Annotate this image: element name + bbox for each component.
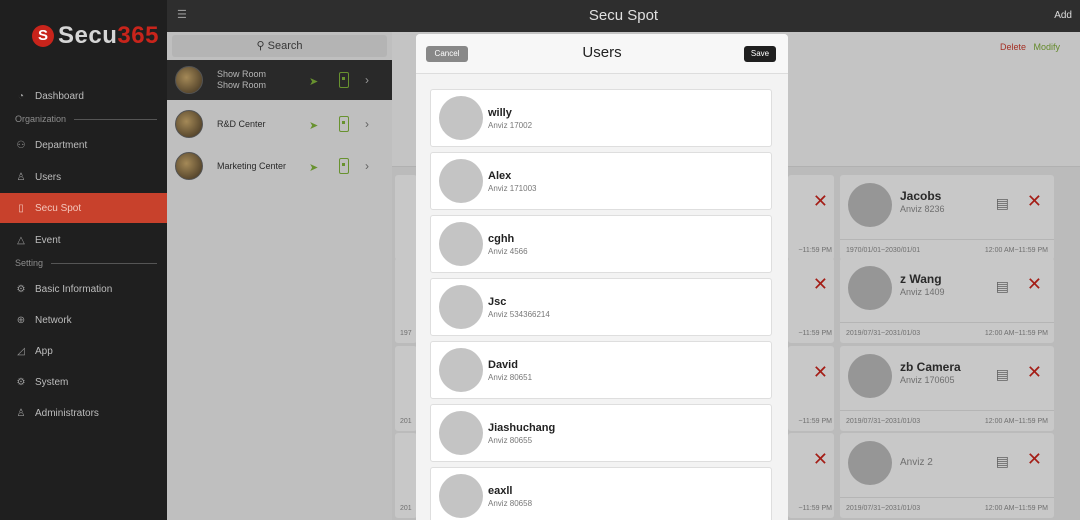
sidebar-item-event[interactable]: △ Event <box>0 225 167 255</box>
globe-icon: ⊕ <box>16 314 26 326</box>
gear-icon: ⚙ <box>16 283 26 295</box>
add-button[interactable]: Add <box>1054 10 1072 21</box>
list-item[interactable]: Jiashuchang Anviz 80655 <box>430 404 772 462</box>
dashboard-icon: ◔ <box>17 90 25 102</box>
warning-icon: △ <box>17 234 25 246</box>
logo-text: Secu365 <box>58 22 159 49</box>
sidebar-item-system[interactable]: ⚙ System <box>0 367 167 397</box>
sidebar-item-department[interactable]: ⚇ Department <box>0 130 167 160</box>
sidebar-item-app[interactable]: ◿ App <box>0 336 167 366</box>
sidebar-item-label: App <box>35 345 53 357</box>
sidebar-item-users[interactable]: ♙ Users <box>0 162 167 192</box>
sidebar-item-label: Network <box>35 314 72 326</box>
avatar <box>439 474 483 518</box>
sidebar-item-label: Users <box>35 171 62 183</box>
sidebar-item-label: Department <box>35 139 88 151</box>
list-item[interactable]: cghh Anviz 4566 <box>430 215 772 273</box>
sidebar-item-basic-information[interactable]: ⚙ Basic Information <box>0 274 167 304</box>
modal-title: Users <box>582 44 622 61</box>
list-item[interactable]: eaxll Anviz 80658 <box>430 467 772 520</box>
users-modal: Cancel Users Save willy Anviz 17002 Alex… <box>416 34 788 520</box>
gear-icon: ⚙ <box>16 376 26 388</box>
sidebar-item-label: Basic Information <box>35 283 113 295</box>
avatar <box>439 285 483 329</box>
avatar <box>439 222 483 266</box>
app-logo[interactable]: S Secu365 <box>32 22 159 50</box>
sidebar: S Secu365 ◔ Dashboard Organization ⚇ Dep… <box>0 0 167 520</box>
avatar <box>439 411 483 455</box>
page-title: Secu Spot <box>588 7 659 24</box>
admin-icon: ♙ <box>16 407 26 419</box>
list-item[interactable]: Jsc Anviz 534366214 <box>430 278 772 336</box>
app-icon: ◿ <box>17 345 25 357</box>
sidebar-item-label: System <box>35 376 69 388</box>
department-icon: ⚇ <box>16 139 26 151</box>
section-organization: Organization <box>0 114 167 124</box>
avatar <box>439 348 483 392</box>
avatar <box>439 96 483 140</box>
list-item[interactable]: David Anviz 80651 <box>430 341 772 399</box>
list-item[interactable]: willy Anviz 17002 <box>430 89 772 147</box>
logo-mark: S <box>32 25 54 47</box>
list-item[interactable]: Alex Anviz 171003 <box>430 152 772 210</box>
sidebar-item-label: Administrators <box>35 407 99 419</box>
sidebar-item-network[interactable]: ⊕ Network <box>0 305 167 335</box>
save-button[interactable]: Save <box>744 46 776 62</box>
avatar <box>439 159 483 203</box>
sidebar-item-dashboard[interactable]: ◔ Dashboard <box>0 81 167 111</box>
sidebar-item-label: Dashboard <box>35 90 84 102</box>
sidebar-item-label: Event <box>35 234 61 246</box>
sidebar-item-label: Secu Spot <box>35 202 82 214</box>
modal-header: Cancel Users Save <box>416 34 788 74</box>
sidebar-item-secu-spot[interactable]: ▯ Secu Spot <box>0 193 167 223</box>
sidebar-item-administrators[interactable]: ♙ Administrators <box>0 398 167 428</box>
user-icon: ♙ <box>16 171 26 183</box>
top-bar: ☰ Secu Spot Add <box>167 0 1080 32</box>
section-setting: Setting <box>0 258 167 268</box>
door-icon: ▯ <box>18 202 24 214</box>
